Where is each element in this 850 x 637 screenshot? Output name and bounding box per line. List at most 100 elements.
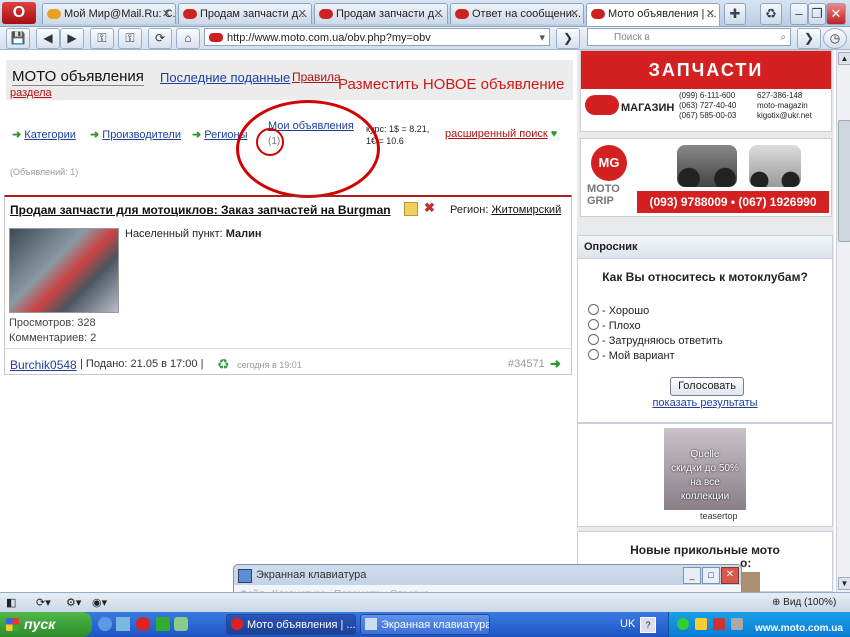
language-indicator[interactable]: UK: [620, 618, 635, 630]
minimize-button[interactable]: _: [683, 567, 701, 584]
forward-button[interactable]: ▶: [60, 28, 84, 49]
reload-button[interactable]: ⟳: [148, 28, 172, 49]
maximize-button[interactable]: □: [702, 567, 720, 584]
delete-icon[interactable]: ✖: [424, 200, 435, 216]
refresh-options-icon[interactable]: ⟳▾: [36, 596, 51, 609]
settings-icon[interactable]: ◉▾: [92, 596, 107, 609]
teaser-image[interactable]: Quelle скидки до 50% на все коллекции: [664, 428, 746, 510]
poll-option-1[interactable]: - Хорошо: [588, 304, 649, 317]
show-results-link[interactable]: показать результаты: [578, 397, 832, 409]
motogrip-brand-2: GRIP: [587, 195, 614, 207]
tab-otvet[interactable]: Ответ на сообщени... ✕: [450, 3, 584, 24]
window-close-button[interactable]: ✕: [826, 3, 846, 25]
nav-rules-link[interactable]: Правила: [292, 70, 341, 84]
opera-menu-button[interactable]: O: [2, 2, 36, 24]
tab-mail-mir[interactable]: Мой Мир@Mail.Ru: С... ✕: [42, 3, 176, 24]
clock-icon[interactable]: ◷: [823, 28, 847, 49]
scroll-up-icon[interactable]: ▲: [838, 52, 850, 65]
scroll-down-icon[interactable]: ▼: [838, 577, 850, 590]
ad-title-link[interactable]: Продам запчасти для мотоциклов: Заказ за…: [10, 203, 391, 217]
tray-icon[interactable]: [677, 618, 689, 630]
radio-icon[interactable]: [588, 304, 599, 315]
chevron-down-icon[interactable]: ▾: [539, 29, 545, 47]
banner-heading: ЗАПЧАСТИ: [581, 51, 831, 89]
zoom-control[interactable]: ⊕ Вид (100%): [772, 597, 836, 608]
close-icon[interactable]: ✕: [706, 4, 715, 24]
save-icon[interactable]: 💾: [6, 28, 30, 49]
poll-option-2[interactable]: - Плохо: [588, 319, 641, 332]
nav-recent-link[interactable]: Последние поданные: [160, 70, 290, 85]
task-opera[interactable]: Мото объявления | ...: [226, 614, 356, 635]
windows-logo-icon: [6, 618, 19, 631]
close-button[interactable]: ✕: [721, 567, 739, 584]
address-toolbar: 💾 ◀ ▶ ⚿ ⚿ ⟳ ⌂ http://www.moto.com.ua/obv…: [0, 27, 850, 50]
ad-id[interactable]: #34571: [508, 358, 545, 370]
radio-icon[interactable]: [588, 334, 599, 345]
scroll-thumb[interactable]: [838, 120, 850, 242]
app-icon[interactable]: [156, 617, 170, 631]
ad-comments: Комментариев: 2: [9, 332, 97, 344]
minimize-button[interactable]: –: [790, 3, 808, 25]
motorcycle-image: [677, 145, 737, 187]
app-icon-2[interactable]: [174, 617, 188, 631]
radio-icon[interactable]: [588, 319, 599, 330]
help-icon[interactable]: ?: [640, 617, 656, 633]
tray-icon-3[interactable]: [713, 618, 725, 630]
new-tab-button[interactable]: ✚: [724, 3, 746, 25]
back-button[interactable]: ◀: [36, 28, 60, 49]
search-icon[interactable]: ⌕: [780, 29, 786, 47]
keyboard-icon: [365, 618, 377, 630]
desktop-icon[interactable]: [116, 617, 130, 631]
tab-moto-obyavleniya[interactable]: Мото объявления | ... ✕: [586, 3, 720, 26]
url-field[interactable]: http://www.moto.com.ua/obv.php?my=obv ▾: [204, 28, 550, 46]
poll-option-4[interactable]: - Мой вариант: [588, 349, 675, 362]
moto-icon: [319, 9, 333, 20]
home-icon[interactable]: ⌂: [176, 28, 200, 49]
close-icon[interactable]: ✕: [434, 4, 443, 24]
banner-motogrip[interactable]: MG MOTO GRIP (093) 9788009 • (067) 19269…: [580, 138, 832, 217]
tray-icon-2[interactable]: [695, 618, 707, 630]
banner-phones: (099) 6-111-600 (063) 727-40-40 (067) 58…: [679, 91, 737, 120]
search-input[interactable]: Поиск в ⌕: [587, 28, 791, 46]
poll-header: Опросник: [584, 241, 638, 253]
advanced-search-link[interactable]: расширенный поиск ♥: [445, 128, 557, 140]
tab-zapchasti-1[interactable]: Продам запчасти д... ✕: [178, 3, 312, 24]
page-scrollbar[interactable]: ▲ ▼: [836, 50, 850, 592]
volume-icon[interactable]: [731, 618, 743, 630]
close-icon[interactable]: ✕: [570, 4, 579, 24]
trash-icon[interactable]: ♻: [760, 3, 782, 25]
teaser-text: Quelle скидки до 50% на все коллекции: [671, 449, 739, 502]
task-osk[interactable]: Экранная клавиатура: [360, 614, 490, 635]
next-button[interactable]: ❯: [797, 28, 821, 49]
key-icon[interactable]: ⚿: [90, 28, 114, 49]
teaser-brand[interactable]: teasertop: [700, 511, 738, 521]
ad-author-link[interactable]: Burchik0548: [10, 358, 77, 372]
tools-icon[interactable]: ⚙▾: [66, 596, 81, 609]
go-button[interactable]: ❯: [556, 28, 580, 49]
key-icon-2[interactable]: ⚿: [118, 28, 142, 49]
close-icon[interactable]: ✕: [162, 4, 171, 24]
edit-icon[interactable]: [404, 202, 418, 216]
menu-categories[interactable]: ➜ Категории: [12, 128, 76, 141]
opera-icon[interactable]: [136, 617, 150, 631]
site-favicon: [209, 33, 223, 42]
motorcycle-logo-icon: [585, 95, 619, 115]
arrow-right-icon[interactable]: ➜: [550, 356, 561, 372]
close-icon[interactable]: ✕: [298, 4, 307, 24]
ad-photo[interactable]: [9, 228, 119, 313]
poll-option-3[interactable]: - Затрудняюсь ответить: [588, 334, 723, 347]
post-new-ad-link[interactable]: Разместить НОВОЕ объявление: [338, 76, 564, 93]
nav-rules-link-2[interactable]: раздела: [10, 87, 52, 99]
banner-moto-shop[interactable]: ЗАПЧАСТИ МАГАЗИН (099) 6-111-600 (063) 7…: [580, 50, 832, 132]
site-title[interactable]: МОТО объявления: [12, 68, 144, 86]
ie-icon[interactable]: [98, 617, 112, 631]
menu-manufacturers[interactable]: ➜ Производители: [90, 128, 181, 141]
ad-locality: Населенный пункт: Малин: [125, 228, 262, 240]
vote-button[interactable]: Голосовать: [670, 377, 744, 396]
panel-toggle-icon[interactable]: ◧: [6, 596, 16, 609]
tab-zapchasti-2[interactable]: Продам запчасти д... ✕: [314, 3, 448, 24]
radio-icon[interactable]: [588, 349, 599, 360]
refresh-icon: ♻: [217, 356, 230, 372]
start-button[interactable]: пуск: [0, 612, 92, 637]
restore-button[interactable]: ❐: [808, 3, 826, 25]
